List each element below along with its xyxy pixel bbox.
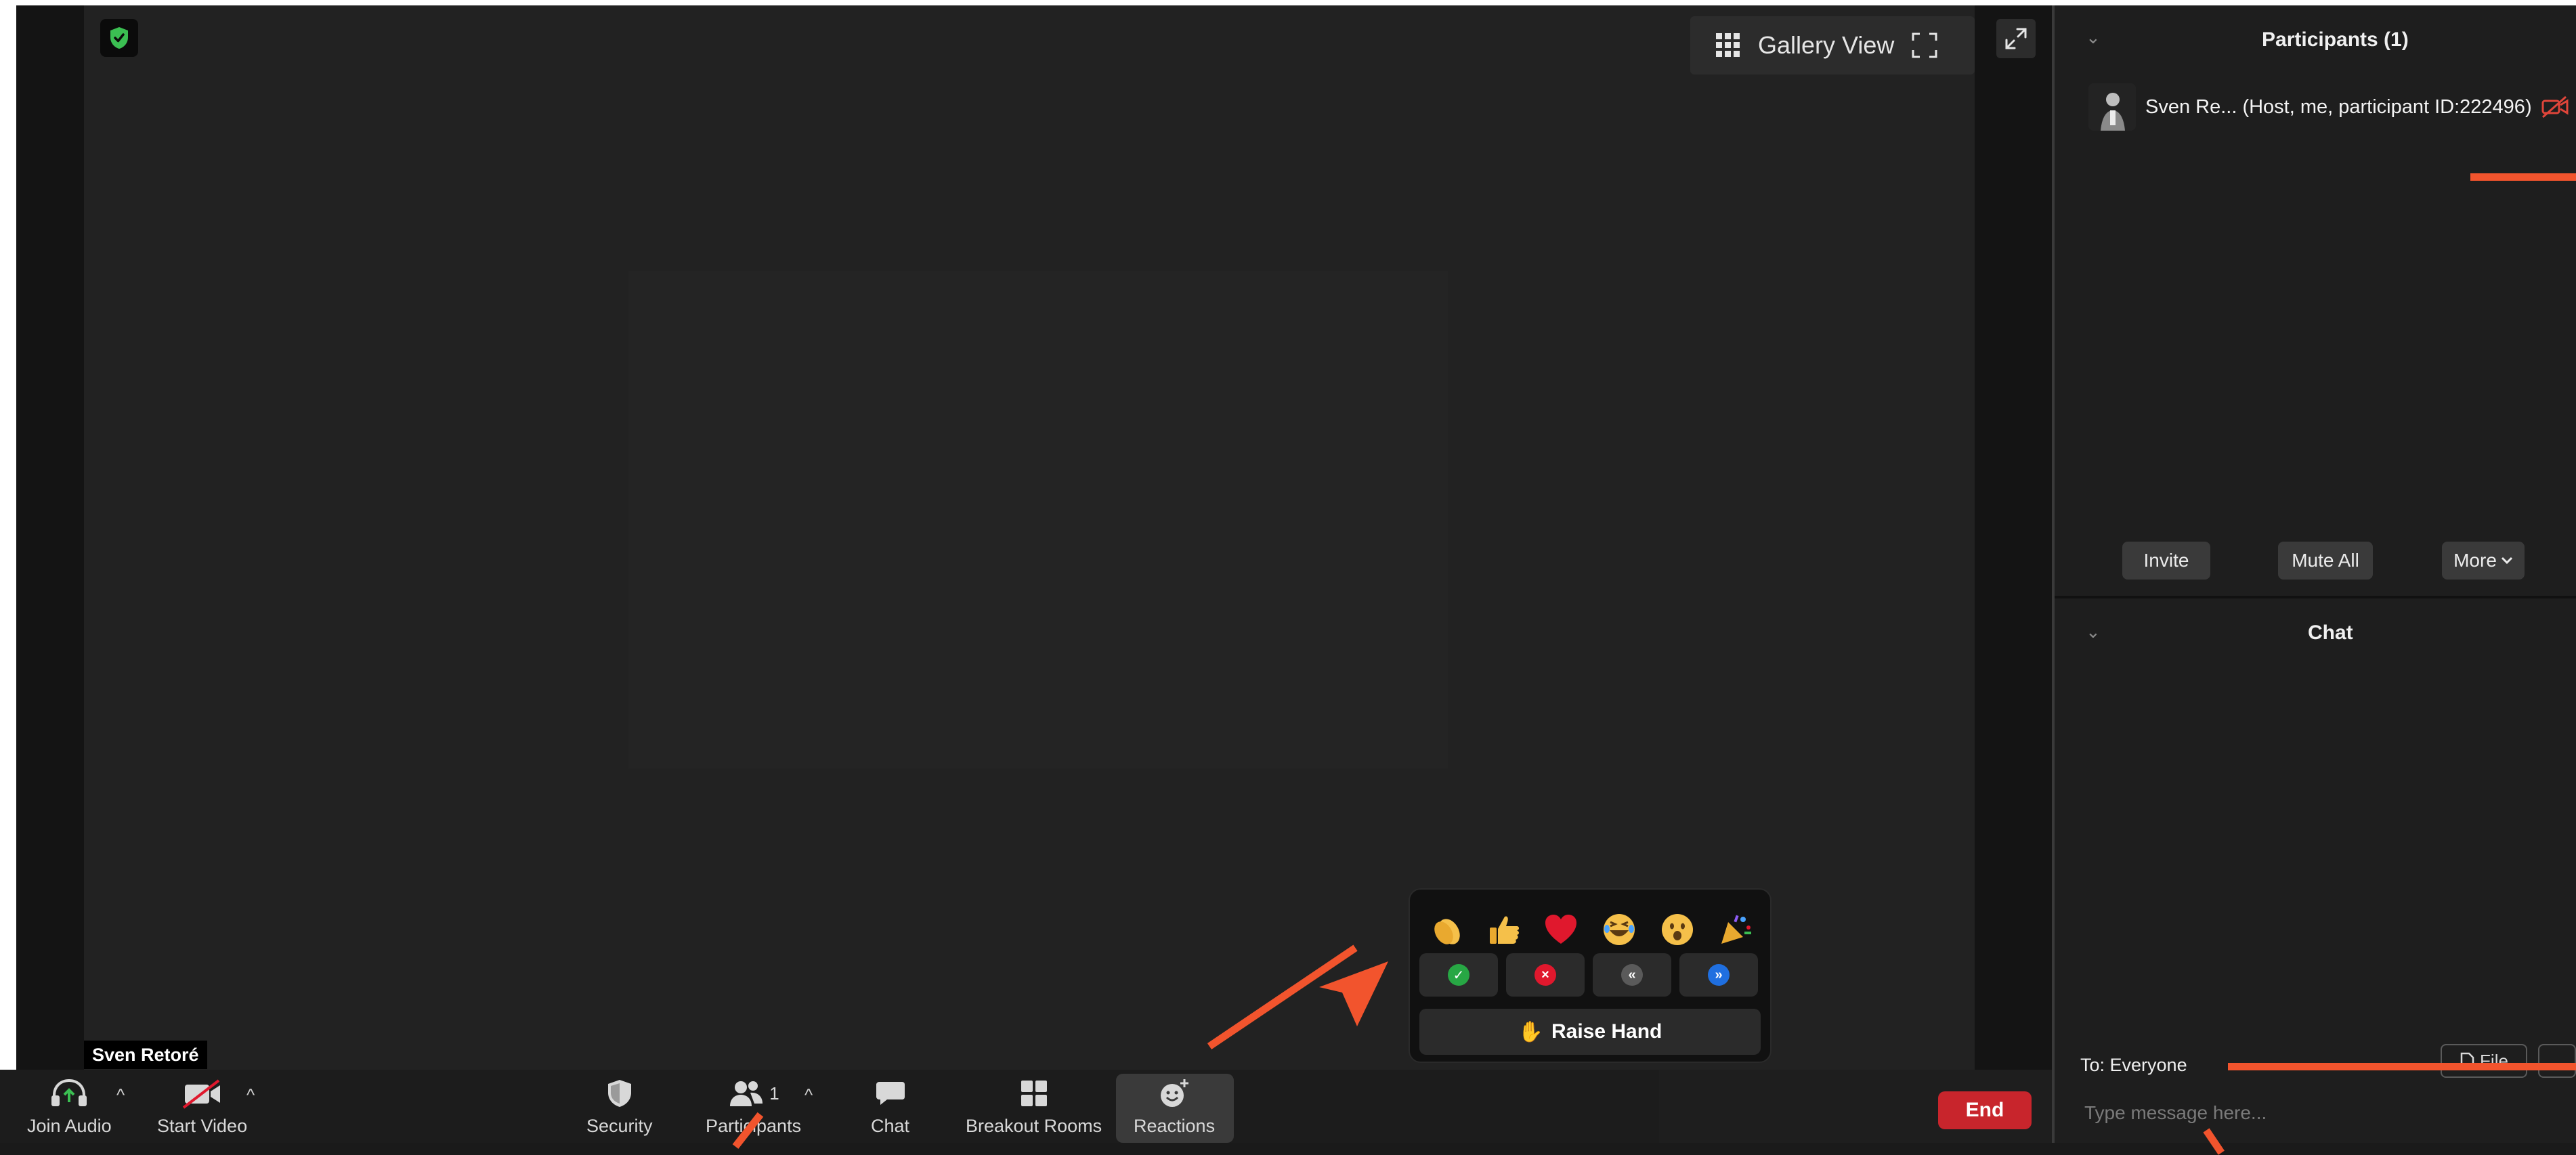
clap-icon [1434, 919, 1460, 944]
pop-out-button[interactable] [1996, 19, 2036, 58]
more-label: More [2453, 550, 2497, 571]
emoji-party[interactable] [1712, 906, 1759, 953]
emoji-thumbs-up[interactable] [1480, 906, 1528, 953]
join-audio-button[interactable]: Join Audio [27, 1078, 112, 1137]
participants-icon-row: 1 [727, 1078, 779, 1109]
chat-collapse-chevron-icon[interactable]: ⌄ [2086, 622, 2101, 642]
chat-more-button[interactable] [2538, 1044, 2576, 1078]
participant-name: Sven Re... (Host, me, participant ID:222… [2145, 95, 2532, 118]
raise-hand-label: Raise Hand [1551, 1020, 1662, 1043]
encryption-shield-button[interactable] [100, 19, 138, 57]
x-icon: × [1534, 964, 1556, 986]
raised-hand-icon: ✋ [1518, 1020, 1543, 1043]
participant-list-item[interactable]: Sven Re... (Host, me, participant ID:222… [2088, 81, 2569, 133]
panel-separator[interactable] [2055, 596, 2576, 598]
start-video-label: Start Video [157, 1116, 248, 1136]
top-edge [0, 0, 2576, 5]
fast-forward-icon: » [1708, 964, 1730, 986]
invite-button[interactable]: Invite [2122, 542, 2210, 580]
check-icon: ✓ [1448, 964, 1469, 986]
annotation-arrow-chat-recipient [2228, 1063, 2576, 1070]
start-video-button[interactable]: Start Video [157, 1078, 247, 1137]
security-label: Security [586, 1116, 653, 1136]
participant-name-tag: Sven Retoré [84, 1041, 207, 1069]
video-placeholder [628, 271, 1448, 768]
fullscreen-icon[interactable] [1912, 32, 1937, 58]
chat-recipient-selector[interactable]: To: Everyone [2080, 1055, 2187, 1076]
headphones-icon [51, 1078, 87, 1106]
participants-panel-title: Participants (1) [2262, 28, 2409, 51]
heart-icon [1545, 915, 1576, 944]
reactions-button-content[interactable]: Reactions [1134, 1078, 1215, 1137]
grid-icon [1716, 33, 1740, 57]
breakout-rooms-button[interactable]: Breakout Rooms [966, 1078, 1102, 1137]
annotation-arrowhead-reactions [1319, 961, 1388, 1026]
video-off-icon [182, 1079, 220, 1109]
end-meeting-button[interactable]: End [1938, 1091, 2032, 1129]
left-dark-pane [16, 5, 84, 1070]
annotation-arrow-participant-list [2470, 173, 2576, 181]
laugh-icon [1604, 914, 1635, 945]
gallery-view-label: Gallery View [1758, 31, 1895, 59]
join-audio-label: Join Audio [27, 1116, 112, 1136]
participants-collapse-chevron-icon[interactable]: ⌄ [2086, 27, 2101, 48]
breakout-rooms-label: Breakout Rooms [966, 1116, 1102, 1136]
rewind-icon: « [1621, 964, 1643, 986]
chat-label: Chat [871, 1116, 910, 1136]
reactions-label: Reactions [1134, 1116, 1216, 1136]
no-reaction-button[interactable]: × [1506, 953, 1585, 997]
chat-bubble-icon [876, 1082, 905, 1105]
security-button[interactable]: Security [586, 1078, 653, 1137]
video-right-gutter [1975, 5, 2052, 1070]
audio-options-caret-icon[interactable]: ^ [116, 1085, 125, 1106]
mute-all-button[interactable]: Mute All [2278, 542, 2373, 580]
gallery-view-button[interactable]: Gallery View [1690, 16, 1975, 74]
party-popper-icon [1721, 915, 1751, 944]
emoji-surprised[interactable] [1654, 906, 1701, 953]
shield-check-icon [110, 27, 128, 49]
more-button[interactable]: More [2442, 542, 2525, 580]
speed-up-reaction-button[interactable]: » [1679, 953, 1758, 997]
yes-reaction-button[interactable]: ✓ [1419, 953, 1498, 997]
avatar-person-icon [2088, 83, 2136, 131]
reactions-popup: ✓ × « » ✋ Raise Hand [1409, 888, 1772, 1063]
left-edge [0, 5, 16, 1070]
people-icon [730, 1081, 763, 1106]
thumbs-up-icon [1490, 916, 1519, 944]
emoji-clap[interactable] [1423, 906, 1471, 953]
chat-button[interactable]: Chat [871, 1078, 909, 1137]
slow-down-reaction-button[interactable]: « [1593, 953, 1671, 997]
smiley-plus-icon [1161, 1079, 1189, 1107]
chat-message-input[interactable] [2068, 1093, 2569, 1133]
surprised-icon [1662, 914, 1693, 945]
participants-options-caret-icon[interactable]: ^ [804, 1085, 813, 1106]
shield-icon [607, 1080, 631, 1107]
raise-hand-button[interactable]: ✋ Raise Hand [1419, 1009, 1761, 1055]
emoji-laugh[interactable] [1595, 906, 1643, 953]
breakout-rooms-icon [1021, 1081, 1047, 1106]
file-button[interactable]: File [2441, 1044, 2527, 1078]
participants-count: 1 [769, 1083, 779, 1104]
video-options-caret-icon[interactable]: ^ [246, 1085, 255, 1106]
avatar [2088, 83, 2136, 131]
chat-panel-title: Chat [2308, 622, 2353, 644]
expand-arrows-icon [2005, 28, 2027, 49]
video-off-icon [2541, 95, 2569, 118]
chevron-down-icon [2501, 557, 2512, 565]
emoji-heart[interactable] [1537, 906, 1585, 953]
